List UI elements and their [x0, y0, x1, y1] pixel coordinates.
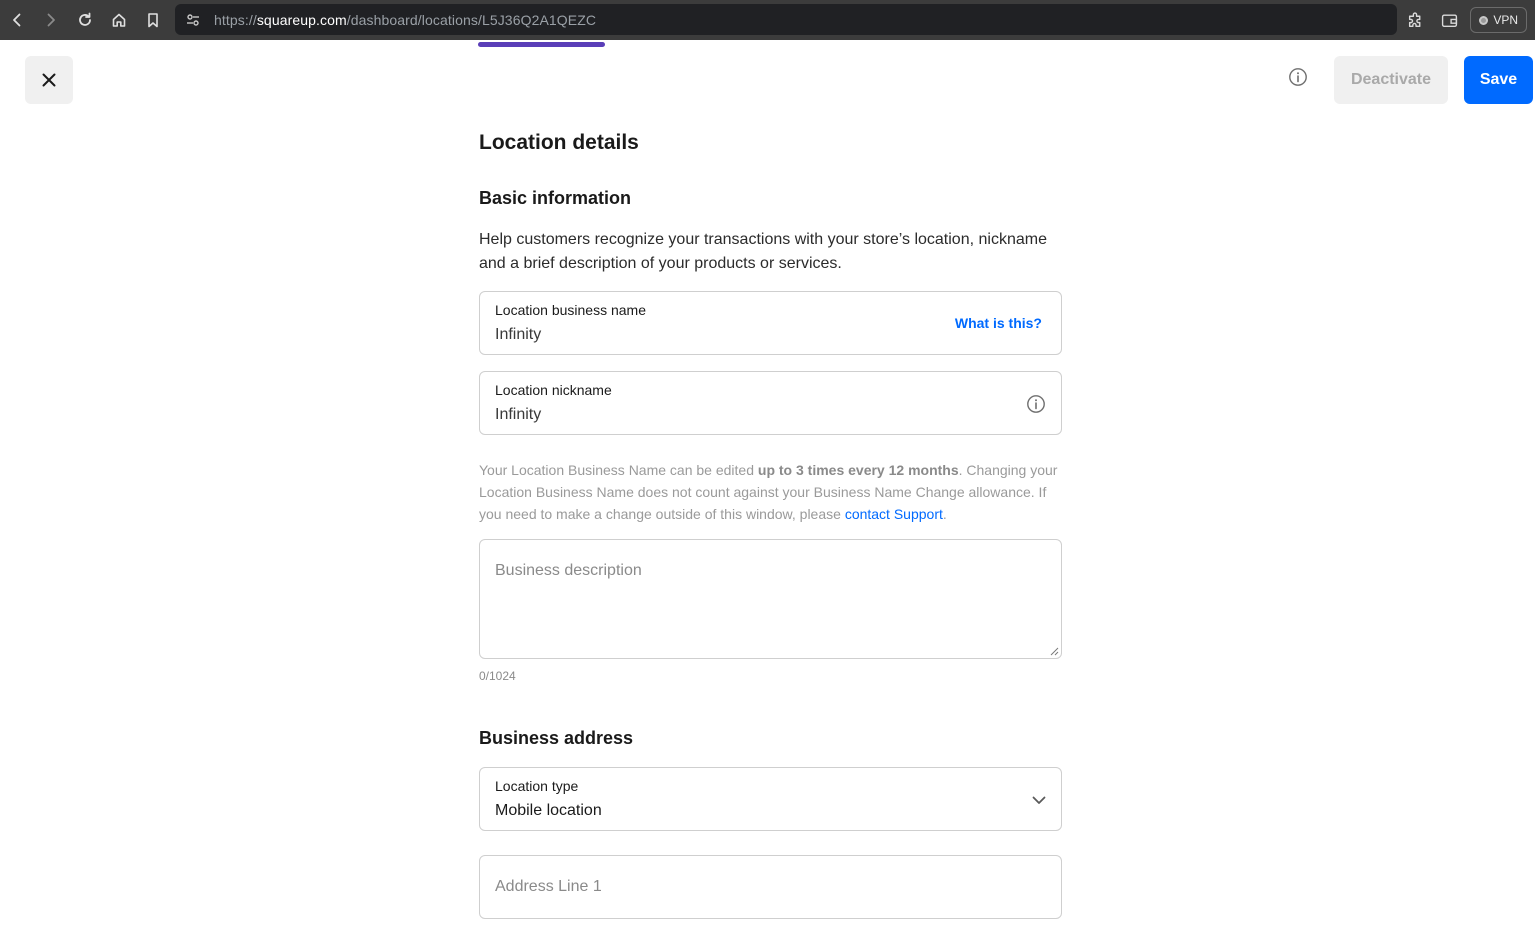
progress-indicator — [478, 42, 605, 47]
vpn-button[interactable]: VPN — [1470, 7, 1527, 33]
close-icon — [42, 73, 56, 87]
extensions-icon[interactable] — [1402, 7, 1428, 33]
basic-information-heading: Basic information — [479, 188, 632, 208]
location-nickname-field[interactable]: Location nickname Infinity — [479, 371, 1062, 435]
address-bar[interactable]: https://squareup.com/dashboard/locations… — [175, 4, 1397, 35]
deactivate-button[interactable]: Deactivate — [1334, 56, 1448, 104]
browser-toolbar: https://squareup.com/dashboard/locations… — [0, 0, 1535, 40]
back-icon[interactable] — [0, 0, 34, 40]
field-value: Mobile location — [495, 802, 602, 819]
site-settings-icon[interactable] — [185, 12, 201, 28]
bookmark-icon[interactable] — [136, 0, 170, 40]
info-icon[interactable] — [1287, 66, 1309, 88]
chevron-down-icon — [1031, 792, 1047, 808]
save-button[interactable]: Save — [1464, 56, 1533, 104]
home-icon[interactable] — [102, 0, 136, 40]
forward-icon[interactable] — [34, 0, 68, 40]
location-type-select[interactable]: Location type Mobile location — [479, 767, 1062, 831]
address-line-1-field[interactable]: Address Line 1 — [479, 855, 1062, 919]
character-counter: 0/1024 — [479, 669, 516, 683]
resize-handle-icon[interactable] — [1050, 647, 1059, 656]
url-text: https://squareup.com/dashboard/locations… — [214, 11, 597, 28]
textarea-placeholder: Business description — [495, 562, 642, 579]
field-label: Location business name — [495, 302, 646, 318]
business-address-heading: Business address — [479, 728, 634, 748]
location-business-name-field[interactable]: Location business name Infinity What is … — [479, 291, 1062, 355]
close-button[interactable] — [25, 56, 73, 104]
vpn-status-icon — [1479, 15, 1489, 25]
basic-information-description: Help customers recognize your transactio… — [479, 231, 1047, 272]
contact-support-link[interactable]: contact Support — [845, 506, 943, 522]
field-label: Location nickname — [495, 382, 612, 398]
business-description-textarea[interactable]: Business description — [479, 539, 1062, 659]
what-is-this-link[interactable]: What is this? — [955, 315, 1042, 331]
field-placeholder: Address Line 1 — [495, 878, 602, 895]
field-label: Location type — [495, 778, 579, 794]
business-name-helper-text: Your Location Business Name can be edite… — [479, 462, 1058, 522]
reload-icon[interactable] — [68, 0, 102, 40]
vpn-label: VPN — [1493, 13, 1518, 27]
info-icon[interactable] — [1026, 394, 1046, 414]
field-value[interactable]: Infinity — [495, 406, 541, 424]
page-title: Location details — [479, 131, 639, 154]
field-value[interactable]: Infinity — [495, 326, 541, 344]
wallet-icon[interactable] — [1436, 7, 1462, 33]
